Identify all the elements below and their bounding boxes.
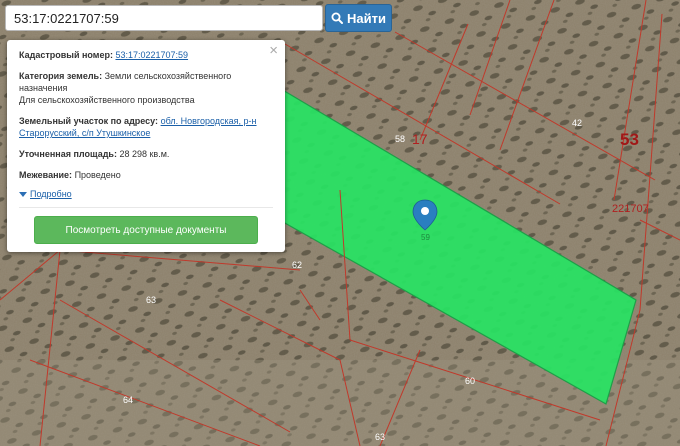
- search-icon: [331, 12, 344, 24]
- view-documents-button[interactable]: Посмотреть доступные документы: [34, 216, 258, 244]
- search-input[interactable]: [5, 5, 323, 31]
- map-label-42: 42: [572, 118, 582, 128]
- land-category-row: Категория земель: Земли сельскохозяйстве…: [19, 70, 273, 106]
- area-label: Уточненная площадь:: [19, 149, 117, 159]
- parcel-info-card: × Кадастровый номер: 53:17:0221707:59 Ка…: [7, 40, 285, 252]
- triangle-down-icon: [19, 191, 27, 197]
- survey-row: Межевание: Проведено: [19, 169, 273, 181]
- address-label: Земельный участок по адресу:: [19, 116, 159, 126]
- map-label-64: 64: [123, 395, 133, 405]
- cadastral-number-link[interactable]: 53:17:0221707:59: [115, 50, 188, 60]
- map-label-221707: 221707: [612, 203, 649, 215]
- survey-label: Межевание:: [19, 170, 73, 180]
- area-value: 28 298 кв.м.: [119, 149, 170, 159]
- cadastral-number-row: Кадастровый номер: 53:17:0221707:59: [19, 49, 273, 61]
- survey-value: Проведено: [74, 170, 121, 180]
- map-label-59: 59: [421, 233, 430, 242]
- card-divider: [19, 207, 273, 208]
- area-row: Уточненная площадь: 28 298 кв.м.: [19, 148, 273, 160]
- close-icon[interactable]: ×: [269, 43, 278, 58]
- map-label-53: 53: [620, 130, 639, 149]
- map-label-63-bottom: 63: [375, 432, 385, 442]
- map-label-58: 58: [395, 134, 405, 144]
- address-row: Земельный участок по адресу: обл. Новгор…: [19, 115, 273, 139]
- land-category-label: Категория земель:: [19, 71, 103, 81]
- search-button-label: Найти: [347, 10, 386, 26]
- cadastral-number-label: Кадастровый номер:: [19, 50, 113, 60]
- details-toggle-label: Подробно: [30, 189, 72, 199]
- map-label-60: 60: [465, 376, 475, 386]
- map-label-17: 17: [412, 131, 428, 147]
- land-use-value: Для сельскохозяйственного производства: [19, 95, 195, 105]
- map-label-62: 62: [292, 260, 302, 270]
- search-button[interactable]: Найти: [325, 4, 392, 32]
- details-toggle[interactable]: Подробно: [19, 189, 273, 199]
- map-label-63: 63: [146, 295, 156, 305]
